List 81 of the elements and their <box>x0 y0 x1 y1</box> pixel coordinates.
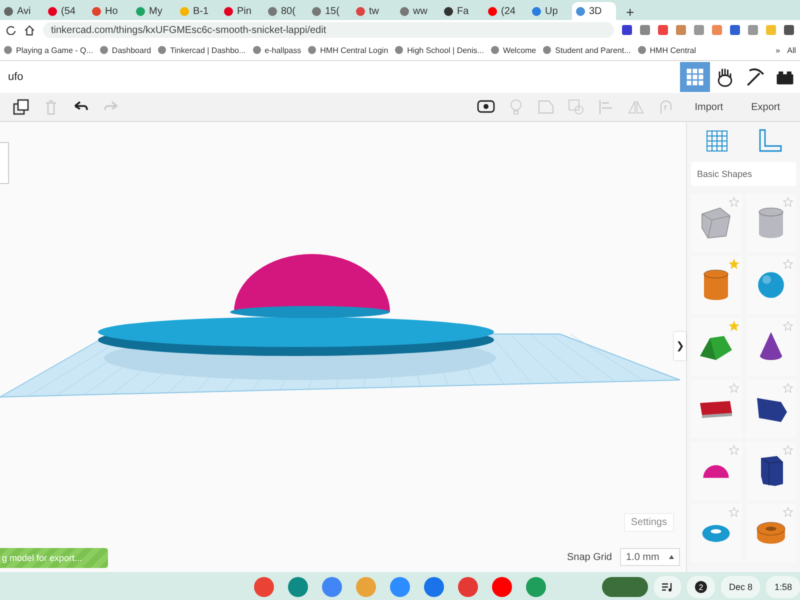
export-button[interactable]: Export <box>743 98 788 116</box>
bookmark-link[interactable]: e-hallpass <box>264 46 302 54</box>
grid-icon <box>684 66 706 88</box>
taskbar-app-icon[interactable] <box>458 577 478 597</box>
bookmark-link[interactable]: High School | Denis... <box>407 46 484 54</box>
bookmark-favicon-icon <box>252 46 261 54</box>
bookmark-favicon-icon <box>638 46 646 54</box>
snap-grid-label: Snap Grid <box>566 552 612 562</box>
taskbar-app-icon[interactable] <box>254 577 274 597</box>
star-icon[interactable] <box>728 197 738 207</box>
browser-tab[interactable]: Ho <box>88 2 132 20</box>
bookmark-favicon-icon <box>543 46 552 54</box>
ruler-icon[interactable] <box>756 128 783 154</box>
browser-tab[interactable]: Avi <box>0 2 44 20</box>
home-icon[interactable] <box>24 24 35 36</box>
taskbar-app-icon[interactable] <box>288 577 308 597</box>
export-progress-banner: g model for export... <box>0 548 108 568</box>
notification-count[interactable]: 2 <box>694 581 707 593</box>
browser-tab[interactable]: (54 <box>44 2 88 20</box>
taskbar-app-icon[interactable] <box>526 577 546 597</box>
star-icon[interactable] <box>783 507 793 517</box>
collapse-panel-button[interactable]: ❯ <box>674 332 686 360</box>
bookmark-link[interactable]: Tinkercad | Dashbo... <box>170 46 246 54</box>
star-icon[interactable] <box>728 507 738 517</box>
settings-button[interactable]: Settings <box>624 513 674 532</box>
workplane-grid-icon[interactable] <box>704 128 730 154</box>
caret-icon <box>669 555 674 559</box>
bookmark-favicon-icon <box>395 46 404 54</box>
snap-grid-dropdown[interactable]: 1.0 mm <box>620 548 680 566</box>
star-icon[interactable] <box>783 197 793 207</box>
browser-tab[interactable]: 3D <box>572 2 616 20</box>
bookmark-link[interactable]: Student and Parent... <box>555 46 631 54</box>
clock-label[interactable]: 1:58 <box>766 576 800 598</box>
copy-icon[interactable] <box>12 98 30 116</box>
date-label[interactable]: Dec 8 <box>720 576 760 598</box>
star-icon[interactable] <box>728 445 738 455</box>
view-cube[interactable] <box>0 142 9 184</box>
taskbar-app-icon[interactable] <box>322 577 342 597</box>
star-icon[interactable] <box>728 321 738 331</box>
browser-tab[interactable]: My <box>132 2 176 20</box>
taskbar-app-icon[interactable] <box>390 577 410 597</box>
design-title[interactable]: ufo <box>8 71 24 83</box>
all-bookmarks-link[interactable]: All <box>787 46 796 54</box>
browser-tab[interactable]: (24 <box>484 2 528 20</box>
bookmark-link[interactable]: Dashboard <box>112 46 152 54</box>
browser-tab[interactable]: Up <box>528 2 572 20</box>
star-icon[interactable] <box>783 445 793 455</box>
browser-tab[interactable]: Fa <box>440 2 484 20</box>
browser-tab[interactable]: tw <box>352 2 396 20</box>
browser-tab[interactable]: Pin <box>220 2 264 20</box>
star-icon[interactable] <box>783 259 793 269</box>
browser-tab[interactable]: 15( <box>308 2 352 20</box>
bookmark-link[interactable]: HMH Central <box>650 46 696 54</box>
bookmark-favicon-icon <box>100 46 108 54</box>
star-icon[interactable] <box>728 383 738 393</box>
bookmark-link[interactable]: Welcome <box>502 46 536 54</box>
bookmark-favicon-icon <box>4 46 12 54</box>
star-icon[interactable] <box>728 259 738 269</box>
phone-hub-icon[interactable] <box>602 577 648 597</box>
more-bookmarks-button[interactable]: » <box>776 46 780 54</box>
browser-tab[interactable]: ww <box>396 2 440 20</box>
bookmark-link[interactable]: HMH Central Login <box>320 46 388 54</box>
reload-icon[interactable] <box>6 25 16 35</box>
bookmark-favicon-icon <box>158 46 166 54</box>
import-button[interactable]: Import <box>686 98 732 116</box>
browser-tab[interactable]: B-1 <box>176 2 220 20</box>
bookmark-favicon-icon <box>490 46 499 54</box>
shape-library-dropdown[interactable]: Basic Shapes <box>691 162 796 186</box>
ufo-model-drawing[interactable] <box>98 254 496 380</box>
bookmark-link[interactable]: Playing a Game - Q... <box>16 46 93 54</box>
taskbar-app-icon[interactable] <box>356 577 376 597</box>
new-tab-button[interactable]: + <box>616 4 644 20</box>
browser-tab[interactable]: 80( <box>264 2 308 20</box>
bookmark-favicon-icon <box>308 46 316 54</box>
media-controls-icon[interactable] <box>662 582 673 592</box>
taskbar-app-icon[interactable] <box>492 577 512 597</box>
star-icon[interactable] <box>783 321 793 331</box>
pickaxe-icon <box>744 66 766 88</box>
address-bar[interactable]: tinkercad.com/things/kxUFGMEsc6c-smooth-snicket-lappi/edit <box>43 22 614 38</box>
star-icon[interactable] <box>783 383 793 393</box>
taskbar-app-icon[interactable] <box>424 577 444 597</box>
